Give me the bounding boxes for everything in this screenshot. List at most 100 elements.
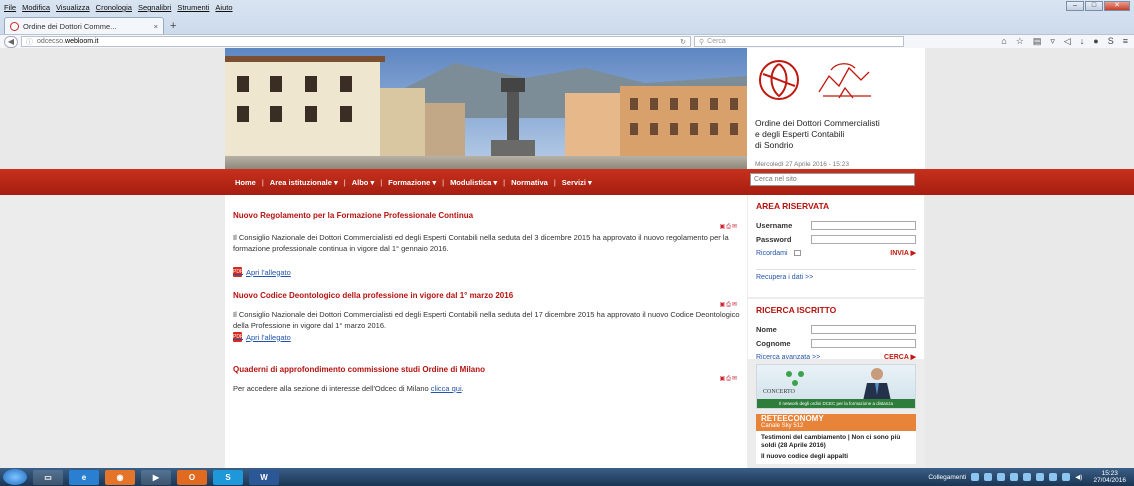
attachment-link[interactable]: PDF Apri l'allegato	[233, 267, 740, 277]
article-body: Il Consiglio Nazionale dei Dottori Comme…	[233, 310, 740, 330]
concerto-banner[interactable]: CONCERTO Il network degli ordini DCEC pe…	[756, 364, 916, 409]
nav-home[interactable]: Home	[235, 178, 256, 187]
url-bar[interactable]: ⓘ odcecso.webloom.it ↻	[21, 36, 691, 47]
area-riservata-title: AREA RISERVATA	[756, 201, 830, 211]
bookmark-star-icon[interactable]: ☆	[1016, 36, 1024, 47]
article: Quaderni di approfondimento commissione …	[233, 365, 740, 394]
cognome-label: Cognome	[756, 339, 791, 348]
sidebar: AREA RISERVATA Username Password Ricorda…	[747, 195, 925, 468]
menu-visualizza[interactable]: Visualizza	[56, 3, 90, 13]
email-icon[interactable]: ✉	[732, 302, 738, 308]
attachment-link[interactable]: PDF Apri l'allegato	[233, 332, 740, 342]
close-window-button[interactable]: ✕	[1104, 1, 1130, 11]
start-button[interactable]	[3, 469, 27, 485]
cerca-button[interactable]: CERCA ▶	[884, 353, 916, 361]
nav-normativa[interactable]: Normativa	[511, 178, 548, 187]
taskbar-word[interactable]: W	[249, 469, 279, 485]
email-icon[interactable]: ✉	[732, 224, 738, 230]
recupera-dati-link[interactable]: Recupera i dati >>	[756, 269, 916, 281]
reteeconomy-channel: Canale Sky 512	[761, 423, 804, 429]
taskbar-skype[interactable]: S	[213, 469, 243, 485]
remember-label: Ricordami	[756, 250, 801, 257]
tray-icon[interactable]	[1023, 473, 1032, 481]
taskbar-office[interactable]: O	[177, 469, 207, 485]
browser-search-input[interactable]: ⚲ Cerca	[694, 36, 904, 47]
nav-area-istituzionale[interactable]: Area istituzionale ▾	[270, 178, 338, 187]
system-tray: Collegamenti ◀) 15:23 27/04/2016	[928, 470, 1134, 484]
menu-modifica[interactable]: Modifica	[22, 3, 50, 13]
username-label: Username	[756, 221, 793, 230]
site-search-input[interactable]: Cerca nel sito	[750, 173, 915, 186]
password-field[interactable]	[810, 235, 916, 244]
pocket-icon[interactable]: ▿	[1050, 36, 1055, 47]
tray-icon[interactable]	[984, 473, 993, 481]
news-item[interactable]: Testimoni del cambiamento | Non ci sono …	[756, 431, 916, 453]
taskbar-media[interactable]: ▶	[141, 469, 171, 485]
nav-albo[interactable]: Albo ▾	[352, 178, 375, 187]
nav-servizi[interactable]: Servizi ▾	[562, 178, 592, 187]
menu-file[interactable]: File	[4, 3, 16, 13]
tray-icon[interactable]	[1049, 473, 1058, 481]
menu-cronologia[interactable]: Cronologia	[96, 3, 132, 13]
chat-icon[interactable]: ●	[1093, 36, 1098, 47]
menu-strumenti[interactable]: Strumenti	[177, 3, 209, 13]
org-name-line3: di Sondrio	[755, 140, 794, 150]
username-field[interactable]	[810, 221, 916, 230]
main-content: Nuovo Regolamento per la Formazione Prof…	[225, 195, 747, 468]
article-tools: ▣⎙✉	[719, 301, 738, 309]
news-item[interactable]: Il nuovo codice degli appalti	[756, 453, 916, 464]
taskbar-explorer[interactable]: ▭	[33, 469, 63, 485]
menu-aiuto[interactable]: Aiuto	[215, 3, 232, 13]
tray-icon[interactable]	[1062, 473, 1071, 481]
invia-button[interactable]: INVIA ▶	[890, 249, 916, 257]
cognome-field[interactable]	[810, 339, 916, 348]
concerto-label: CONCERTO	[763, 389, 795, 395]
email-icon[interactable]: ✉	[732, 376, 738, 382]
concerto-footer: Il network degli ordini DCEC per la form…	[757, 399, 915, 408]
reload-icon[interactable]: ↻	[680, 38, 686, 46]
remember-checkbox[interactable]	[793, 249, 801, 256]
main-navigation: Home | Area istituzionale ▾ | Albo ▾ | Form…	[225, 169, 747, 195]
concerto-logo-icon	[786, 371, 804, 386]
tray-icon[interactable]	[997, 473, 1006, 481]
menu-hamburger-icon[interactable]: ≡	[1123, 36, 1128, 47]
article-title[interactable]: Nuovo Codice Deontologico della professi…	[233, 291, 740, 300]
logo[interactable]	[755, 58, 917, 106]
send-icon[interactable]: ◁	[1064, 36, 1071, 47]
businessman-photo	[863, 368, 891, 401]
reteeconomy-box[interactable]: RETEECONOMY Canale Sky 512 Testimoni del…	[756, 414, 916, 464]
links-label[interactable]: Collegamenti	[928, 474, 966, 481]
remember-row: Ricordami INVIA ▶	[756, 249, 916, 258]
tab-strip: Ordine dei Dottori Comme... × +	[4, 14, 176, 34]
maximize-button[interactable]: □	[1085, 1, 1103, 11]
search-placeholder: Cerca	[707, 38, 726, 45]
back-button[interactable]: ◀	[4, 35, 18, 48]
menu-segnalibri[interactable]: Segnalibri	[138, 3, 171, 13]
download-icon[interactable]: ↓	[1080, 36, 1085, 47]
nav-formazione[interactable]: Formazione ▾	[388, 178, 436, 187]
minimize-button[interactable]: –	[1066, 1, 1084, 11]
taskbar-firefox[interactable]: ◉	[105, 469, 135, 485]
clock[interactable]: 15:23 27/04/2016	[1093, 470, 1126, 484]
tray-icon[interactable]	[971, 473, 980, 481]
nav-separator: |	[503, 177, 506, 187]
new-tab-button[interactable]: +	[170, 20, 176, 34]
bookmarks-list-icon[interactable]: ▤	[1033, 36, 1042, 47]
home-icon[interactable]: ⌂	[1001, 36, 1006, 47]
site-info-icon[interactable]: ⓘ	[26, 37, 33, 47]
taskbar-ie[interactable]: e	[69, 469, 99, 485]
tray-icon[interactable]	[1036, 473, 1045, 481]
tray-icon[interactable]	[1010, 473, 1019, 481]
clicca-qui-link[interactable]: clicca qui	[431, 384, 462, 393]
tab-close-icon[interactable]: ×	[154, 22, 158, 31]
article-title[interactable]: Nuovo Regolamento per la Formazione Prof…	[233, 211, 740, 220]
nav-modulistica[interactable]: Modulistica ▾	[450, 178, 497, 187]
skype-icon[interactable]: S	[1108, 36, 1114, 47]
ricerca-avanzata-link[interactable]: Ricerca avanzata >>	[756, 354, 820, 361]
nome-field[interactable]	[810, 325, 916, 334]
cognome-row: Cognome	[756, 339, 916, 348]
volume-icon[interactable]: ◀)	[1075, 473, 1082, 481]
article-title[interactable]: Quaderni di approfondimento commissione …	[233, 365, 740, 374]
org-name-line2: e degli Esperti Contabili	[755, 129, 845, 139]
browser-tab[interactable]: Ordine dei Dottori Comme... ×	[4, 17, 164, 34]
